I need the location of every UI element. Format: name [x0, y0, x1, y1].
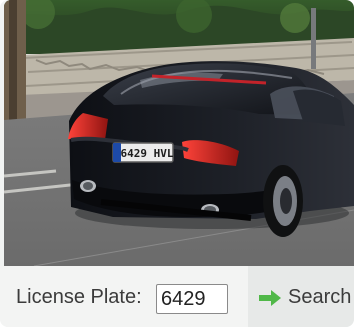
license-plate-label: License Plate:	[16, 286, 142, 308]
license-plate-input[interactable]	[156, 284, 228, 314]
search-bar: License Plate: Search	[0, 266, 354, 327]
search-button-label: Search	[288, 286, 352, 308]
license-plate-search-widget: 6429 HVL License Plate: Search	[0, 0, 354, 327]
car-photo-illustration: 6429 HVL	[4, 0, 354, 266]
search-button[interactable]: Search	[248, 266, 354, 327]
license-plate-text: 6429 HVL	[121, 147, 174, 160]
arrow-right-icon	[258, 289, 282, 307]
car-photo: 6429 HVL	[4, 0, 354, 266]
